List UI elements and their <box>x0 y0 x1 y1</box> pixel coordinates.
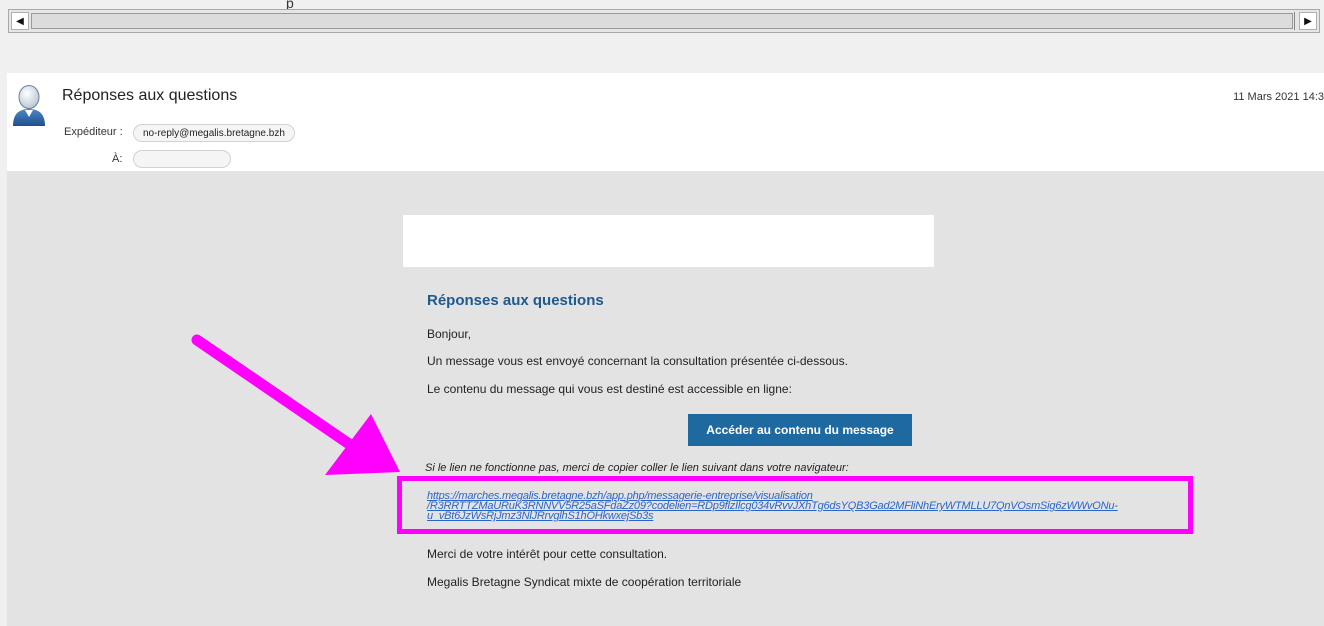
annotation-arrow-icon <box>191 334 400 475</box>
scroll-right-arrow-icon[interactable]: ▶ <box>1299 12 1317 30</box>
email-date: 11 Mars 2021 14:3 <box>1233 91 1324 103</box>
scrollbar-thumb[interactable] <box>31 13 1293 29</box>
email-subject: Réponses aux questions <box>62 87 238 104</box>
link-hint-text: Si le lien ne fonctionne pas, merci de c… <box>425 462 849 474</box>
recipient-label: À: <box>112 153 123 165</box>
sender-label: Expéditeur : <box>64 126 123 138</box>
email-banner <box>403 215 934 267</box>
thanks-text: Merci de votre intérêt pour cette consul… <box>427 547 668 561</box>
annotation-highlight-box <box>397 476 1193 534</box>
body-line-2: Le contenu du message qui vous est desti… <box>427 382 792 396</box>
body-heading: Réponses aux questions <box>427 292 604 309</box>
horizontal-scrollbar[interactable]: ◀ ▶ <box>8 9 1320 33</box>
email-header: Réponses aux questions 11 Mars 2021 14:3… <box>7 73 1324 173</box>
signature-text: Megalis Bretagne Syndicat mixte de coopé… <box>427 575 742 589</box>
scrollbar-divider <box>1294 12 1295 30</box>
sender-address[interactable]: no-reply@megalis.bretagne.bzh <box>133 124 295 142</box>
top-crop-text: p <box>286 0 294 11</box>
user-avatar-icon <box>13 85 45 126</box>
body-line-1: Un message vous est envoyé concernant la… <box>427 354 848 368</box>
scroll-left-arrow-icon[interactable]: ◀ <box>11 12 29 30</box>
access-message-button[interactable]: Accéder au contenu du message <box>688 414 912 446</box>
recipient-address[interactable] <box>133 150 231 168</box>
email-content: Réponses aux questions Bonjour, Un messa… <box>425 292 1197 589</box>
greeting-text: Bonjour, <box>427 327 472 341</box>
